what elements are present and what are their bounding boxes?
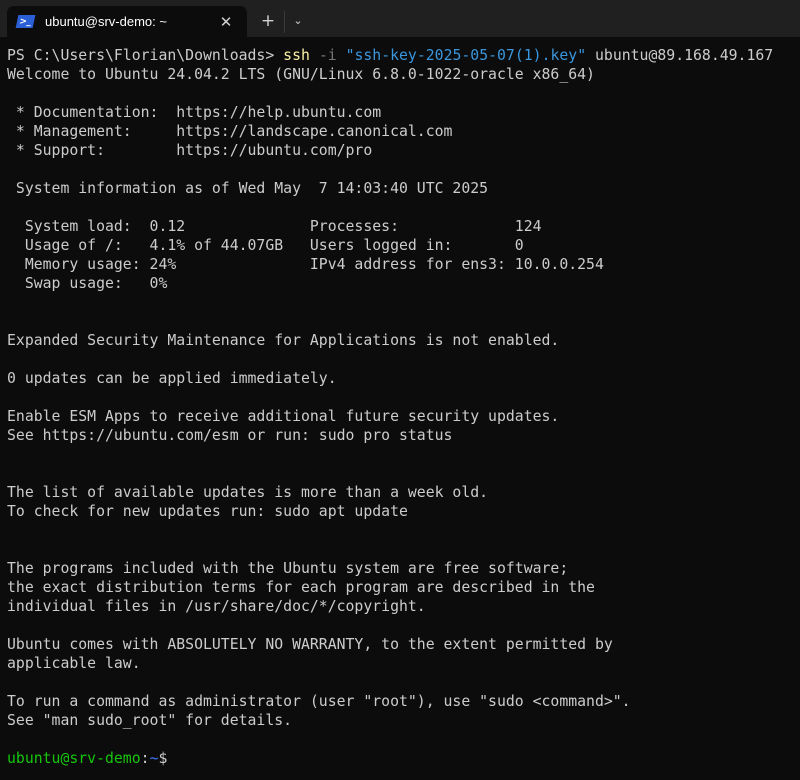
text-segment: The list of available updates is more th… (7, 484, 489, 501)
text-segment: the exact distribution terms for each pr… (7, 579, 595, 596)
text-segment: Expanded Security Maintenance for Applic… (7, 332, 560, 349)
text-segment: ssh (283, 47, 310, 64)
text-segment: Memory usage: 24% IPv4 address for ens3:… (7, 256, 604, 273)
tab-ubuntu-srv-demo[interactable]: >_ ubuntu@srv-demo: ~ ✕ (7, 6, 247, 37)
text-segment: PS C:\Users\Florian\Downloads> (7, 47, 284, 64)
terminal-line: Enable ESM Apps to receive additional fu… (7, 407, 800, 426)
terminal-line: applicable law. (7, 654, 800, 673)
new-tab-button[interactable]: + (256, 9, 280, 33)
terminal-line: 0 updates can be applied immediately. (7, 369, 800, 388)
text-segment: Ubuntu comes with ABSOLUTELY NO WARRANTY… (7, 636, 613, 653)
shell-prompt: ubuntu@srv-demo:~$ (7, 749, 800, 768)
text-segment: : (140, 750, 150, 767)
text-segment: * Documentation: https://help.ubuntu.com (7, 104, 382, 121)
terminal-line: individual files in /usr/share/doc/*/cop… (7, 597, 800, 616)
tab-bar: >_ ubuntu@srv-demo: ~ ✕ + ⌄ (0, 0, 800, 37)
terminal-line: To check for new updates run: sudo apt u… (7, 502, 800, 521)
text-segment (337, 47, 346, 64)
chevron-down-icon[interactable]: ⌄ (289, 9, 307, 33)
text-segment: Usage of /: 4.1% of 44.07GB Users logged… (7, 237, 524, 254)
text-segment: See https://ubuntu.com/esm or run: sudo … (7, 427, 453, 444)
text-segment: ubuntu@89.168.49.167 (586, 47, 774, 64)
terminal-line: PS C:\Users\Florian\Downloads> ssh -i "s… (7, 46, 800, 65)
terminal-line: Swap usage: 0% (7, 274, 800, 293)
terminal-line: System load: 0.12 Processes: 124 (7, 217, 800, 236)
text-segment: The programs included with the Ubuntu sy… (7, 560, 569, 577)
text-segment: -i (318, 47, 337, 64)
text-segment: To run a command as administrator (user … (7, 693, 631, 710)
terminal-line: the exact distribution terms for each pr… (7, 578, 800, 597)
terminal-line: Memory usage: 24% IPv4 address for ens3:… (7, 255, 800, 274)
text-segment: System load: 0.12 Processes: 124 (7, 218, 542, 235)
terminal-line: Expanded Security Maintenance for Applic… (7, 331, 800, 350)
terminal-line: * Management: https://landscape.canonica… (7, 122, 800, 141)
terminal-line: See https://ubuntu.com/esm or run: sudo … (7, 426, 800, 445)
text-segment: * Management: https://landscape.canonica… (7, 123, 453, 140)
divider (284, 11, 285, 33)
text-segment: applicable law. (7, 655, 141, 672)
text-segment: ubuntu@srv-demo (7, 750, 141, 767)
terminal-line: The programs included with the Ubuntu sy… (7, 559, 800, 578)
text-segment: $ (158, 750, 168, 767)
text-segment: See "man sudo_root" for details. (7, 712, 293, 729)
text-segment: 0 updates can be applied immediately. (7, 370, 337, 387)
tab-title: ubuntu@srv-demo: ~ (45, 14, 167, 29)
text-segment: Welcome to Ubuntu 24.04.2 LTS (GNU/Linux… (7, 66, 595, 83)
terminal-line: System information as of Wed May 7 14:03… (7, 179, 800, 198)
terminal-output[interactable]: PS C:\Users\Florian\Downloads> ssh -i "s… (7, 46, 800, 780)
terminal-line: See "man sudo_root" for details. (7, 711, 800, 730)
text-segment: individual files in /usr/share/doc/*/cop… (7, 598, 426, 615)
terminal-line: * Documentation: https://help.ubuntu.com (7, 103, 800, 122)
text-segment: "ssh-key-2025-05-07(1).key" (345, 47, 587, 64)
terminal-line: Usage of /: 4.1% of 44.07GB Users logged… (7, 236, 800, 255)
terminal-line: Ubuntu comes with ABSOLUTELY NO WARRANTY… (7, 635, 800, 654)
terminal-line: To run a command as administrator (user … (7, 692, 800, 711)
text-segment: * Support: https://ubuntu.com/pro (7, 142, 373, 159)
terminal-line: The list of available updates is more th… (7, 483, 800, 502)
text-segment: Swap usage: 0% (7, 275, 168, 292)
close-tab-icon[interactable]: ✕ (211, 13, 241, 31)
terminal-line: * Support: https://ubuntu.com/pro (7, 141, 800, 160)
text-segment (310, 47, 319, 64)
text-segment: To check for new updates run: sudo apt u… (7, 503, 408, 520)
text-segment: Enable ESM Apps to receive additional fu… (7, 408, 560, 425)
text-segment: System information as of Wed May 7 14:03… (7, 180, 489, 197)
powershell-icon: >_ (15, 15, 36, 28)
terminal-line: Welcome to Ubuntu 24.04.2 LTS (GNU/Linux… (7, 65, 800, 84)
